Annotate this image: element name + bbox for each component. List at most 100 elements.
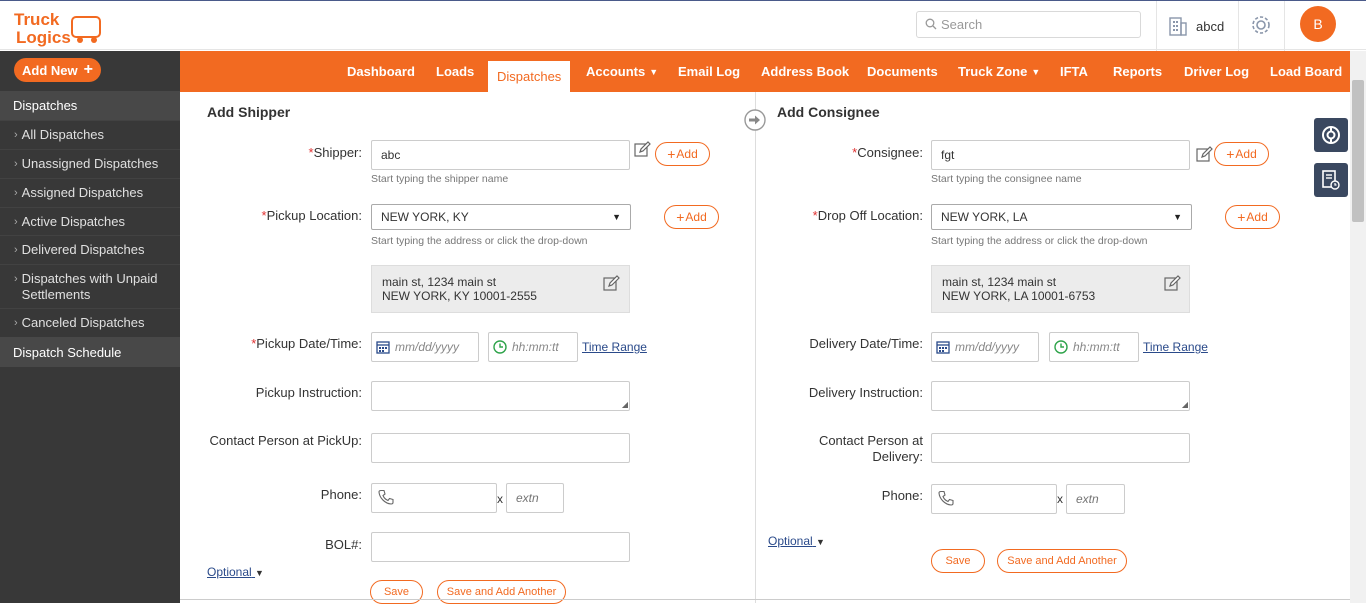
- main-nav: Dashboard Loads Dispatches Accounts ▼ Ema…: [180, 51, 1350, 92]
- chevron-right-icon: ›: [14, 317, 18, 329]
- scrollbar-thumb[interactable]: [1352, 80, 1364, 222]
- consignee-input[interactable]: [931, 140, 1190, 170]
- pickup-extn-input[interactable]: [506, 483, 564, 513]
- nav-dashboard[interactable]: Dashboard: [347, 51, 415, 92]
- phone-icon: [938, 490, 954, 509]
- pickup-time-range-link[interactable]: Time Range: [582, 340, 647, 354]
- sidebar-item-assigned-dispatches[interactable]: › Assigned Dispatches: [0, 178, 180, 207]
- nav-email-log[interactable]: Email Log: [678, 51, 740, 92]
- delivery-time-field[interactable]: hh:mm:tt: [1049, 332, 1139, 362]
- nav-accounts[interactable]: Accounts ▼: [586, 51, 658, 92]
- sidebar-item-label: Assigned Dispatches: [21, 185, 144, 200]
- selected-value: NEW YORK, KY: [381, 210, 469, 224]
- consignee-save-add-another-button[interactable]: Save and Add Another: [997, 549, 1127, 573]
- pickup-location-label: *Pickup Location:: [261, 208, 362, 223]
- shipper-optional-toggle[interactable]: Optional ▼: [207, 565, 264, 579]
- edit-icon[interactable]: [1196, 146, 1214, 166]
- sidebar-section-dispatch-schedule[interactable]: Dispatch Schedule: [0, 337, 180, 367]
- support-lifebuoy-icon[interactable]: [1314, 118, 1348, 152]
- pickup-date-label: *Pickup Date/Time:: [251, 336, 362, 351]
- pickup-date-field[interactable]: mm/dd/yyyy: [371, 332, 479, 362]
- user-avatar[interactable]: B: [1300, 6, 1336, 42]
- sidebar-section-dispatches[interactable]: Dispatches: [0, 91, 180, 120]
- nav-label: Dashboard: [347, 64, 415, 79]
- shipper-save-button[interactable]: Save: [370, 580, 423, 604]
- nav-ifta[interactable]: IFTA: [1060, 51, 1088, 92]
- delivery-extn-input[interactable]: [1066, 484, 1125, 514]
- pickup-contact-input[interactable]: [371, 433, 630, 463]
- sidebar-item-label: Canceled Dispatches: [21, 315, 145, 330]
- nav-label: Load Board: [1270, 64, 1343, 79]
- dropoff-location-label: *Drop Off Location:: [812, 208, 923, 223]
- sidebar-item-delivered-dispatches[interactable]: › Delivered Dispatches: [0, 235, 180, 264]
- add-dropoff-location-button[interactable]: + Add: [1225, 205, 1280, 229]
- add-new-label: Add New: [22, 62, 78, 78]
- chevron-right-icon: ›: [14, 158, 18, 170]
- pickup-phone-input[interactable]: [371, 483, 497, 513]
- date-placeholder: mm/dd/yyyy: [955, 340, 1020, 354]
- document-history-icon[interactable]: [1314, 163, 1348, 197]
- sidebar-item-canceled-dispatches[interactable]: › Canceled Dispatches: [0, 308, 180, 337]
- resize-grip-icon[interactable]: ◢: [1182, 400, 1188, 409]
- company-name: abcd: [1196, 18, 1225, 34]
- selected-value: NEW YORK, LA: [941, 210, 1028, 224]
- sidebar-item-active-dispatches[interactable]: › Active Dispatches: [0, 207, 180, 235]
- nav-load-board[interactable]: Load Board: [1270, 51, 1342, 92]
- delivery-date-label: Delivery Date/Time:: [809, 336, 923, 351]
- bol-input[interactable]: [371, 532, 630, 562]
- edit-address-icon[interactable]: [1164, 275, 1182, 295]
- search-input[interactable]: [941, 17, 1131, 32]
- nav-reports[interactable]: Reports: [1113, 51, 1162, 92]
- add-consignee-button[interactable]: + Add: [1214, 142, 1269, 166]
- delivery-contact-input[interactable]: [931, 433, 1190, 463]
- top-bar: Truck Logics abcd B: [0, 0, 1366, 51]
- settings-gear-icon[interactable]: [1250, 14, 1272, 39]
- nav-loads[interactable]: Loads: [436, 51, 474, 92]
- plus-icon: +: [83, 61, 93, 78]
- dropoff-location-select[interactable]: NEW YORK, LA ▼: [931, 204, 1192, 230]
- shipper-save-add-another-button[interactable]: Save and Add Another: [437, 580, 566, 604]
- sidebar-item-all-dispatches[interactable]: › All Dispatches: [0, 120, 180, 149]
- pickup-time-field[interactable]: hh:mm:tt: [488, 332, 578, 362]
- nav-driver-log[interactable]: Driver Log: [1184, 51, 1249, 92]
- sidebar-item-label: Dispatches with Unpaid Settlements: [21, 271, 158, 302]
- delivery-date-field[interactable]: mm/dd/yyyy: [931, 332, 1039, 362]
- delivery-time-range-link[interactable]: Time Range: [1143, 340, 1208, 354]
- caret-down-icon: ▼: [255, 568, 264, 578]
- edit-address-icon[interactable]: [603, 275, 621, 295]
- nav-address-book[interactable]: Address Book: [761, 51, 849, 92]
- edit-icon[interactable]: [634, 141, 652, 161]
- pickup-location-select[interactable]: NEW YORK, KY ▼: [371, 204, 631, 230]
- chevron-right-icon: ›: [14, 129, 18, 141]
- sidebar-item-unassigned-dispatches[interactable]: › Unassigned Dispatches: [0, 149, 180, 178]
- delivery-phone-input[interactable]: [931, 484, 1057, 514]
- nav-truck-zone[interactable]: Truck Zone ▼: [958, 51, 1040, 92]
- nav-label: IFTA: [1060, 64, 1088, 79]
- building-icon: [1168, 14, 1188, 39]
- add-pickup-location-button[interactable]: + Add: [664, 205, 719, 229]
- shipper-input[interactable]: [371, 140, 630, 170]
- sidebar-item-unpaid-settlements[interactable]: › Dispatches with Unpaid Settlements: [0, 264, 180, 308]
- nav-dispatches[interactable]: Dispatches: [488, 61, 571, 92]
- truck-logics-logo[interactable]: Truck Logics: [14, 9, 106, 47]
- header-divider: [1284, 1, 1285, 51]
- add-shipper-button[interactable]: + Add: [655, 142, 710, 166]
- dropdown-arrow-icon: ▼: [612, 212, 621, 222]
- company-selector[interactable]: abcd: [1168, 14, 1224, 38]
- search-icon: [925, 18, 937, 33]
- shipper-hint: Start typing the shipper name: [371, 173, 509, 185]
- shipper-section-title: Add Shipper: [207, 104, 291, 120]
- resize-grip-icon[interactable]: ◢: [622, 400, 628, 409]
- add-new-button[interactable]: Add New +: [14, 58, 101, 82]
- pickup-instruction-textarea[interactable]: ◢: [371, 381, 630, 411]
- consignee-optional-toggle[interactable]: Optional ▼: [768, 534, 825, 548]
- time-placeholder: hh:mm:tt: [1073, 340, 1120, 354]
- nav-label: Email Log: [678, 64, 741, 79]
- optional-label: Optional: [768, 534, 813, 548]
- delivery-contact-label: Contact Person at Delivery:: [818, 433, 923, 464]
- search-box[interactable]: [916, 11, 1141, 38]
- delivery-instruction-textarea[interactable]: ◢: [931, 381, 1190, 411]
- phone-ext-separator: x: [1057, 492, 1063, 506]
- nav-documents[interactable]: Documents: [867, 51, 938, 92]
- consignee-save-button[interactable]: Save: [931, 549, 985, 573]
